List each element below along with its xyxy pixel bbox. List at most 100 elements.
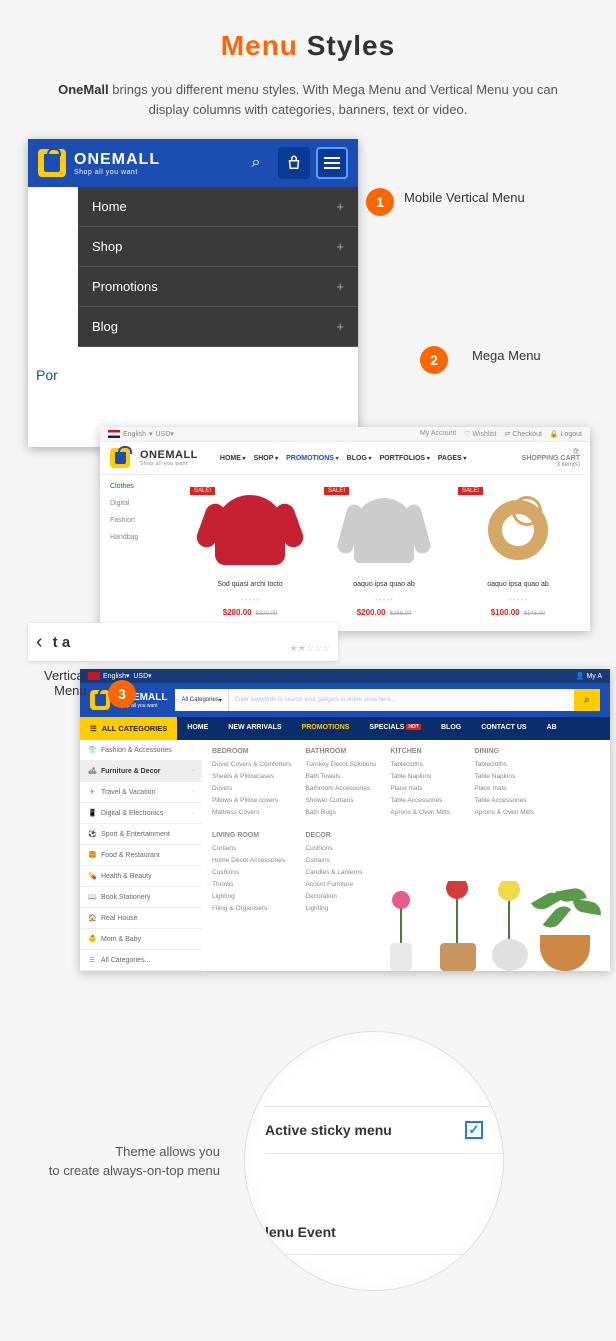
sidebar-item[interactable]: Clothes <box>110 483 168 490</box>
hot-badge: HOT <box>406 724 421 730</box>
my-account-link[interactable]: My Account <box>420 430 456 438</box>
mobile-menu-item[interactable]: Blog+ <box>78 307 358 347</box>
product-card[interactable]: SALE! oaquo ipsa quao ab • • • • • $200.… <box>322 485 446 617</box>
col-link[interactable]: Decoration <box>305 893 376 900</box>
nav-home[interactable]: HOME <box>220 455 246 462</box>
category-item[interactable]: 📖Book Stationery <box>80 887 202 908</box>
col-link[interactable]: Place mats <box>474 785 544 792</box>
col-link[interactable]: Table Napkins <box>390 773 460 780</box>
category-item[interactable]: 💊Health & Beauty <box>80 866 202 887</box>
col-link[interactable]: Tablecloths <box>474 761 544 768</box>
col-link[interactable]: Cushions <box>305 845 376 852</box>
product-card[interactable]: SALE! oaquo ipsa quao ab • • • • • $100.… <box>456 485 580 617</box>
col-link[interactable]: Home Decor Accessories <box>212 857 291 864</box>
col-link[interactable]: Mattress Covers <box>212 809 291 816</box>
col-link[interactable]: Table Napkins <box>474 773 544 780</box>
sale-badge: SALE! <box>324 487 349 495</box>
col-link[interactable]: Bathroom Accessories <box>305 785 376 792</box>
cart-summary[interactable]: 🛍 SHOPPING CART 3 item(s) <box>522 448 580 468</box>
col-link[interactable]: Curtains <box>212 845 291 852</box>
category-item[interactable]: ⚽Sport & Entertainment <box>80 824 202 845</box>
my-account-link[interactable]: 👤 My A <box>576 672 602 680</box>
flag-icon <box>88 672 100 680</box>
product-card[interactable]: SALE! Sod quasi archi tocto • • • • • $2… <box>188 485 312 617</box>
search-bar: All Categories ▾ Enter keywords to searc… <box>175 689 600 711</box>
col-link[interactable]: Duvet Covers & Comforters <box>212 761 291 768</box>
category-item-active[interactable]: 🛋Furniture & Decor› <box>80 761 202 782</box>
mobile-menu-item[interactable]: Promotions+ <box>78 267 358 307</box>
menubar-item[interactable]: AB <box>537 717 567 740</box>
cart-icon[interactable] <box>278 147 310 179</box>
hamburger-icon[interactable] <box>316 147 348 179</box>
col-link[interactable]: Place mats <box>390 785 460 792</box>
nav-portfolios[interactable]: PORTFOLIOS <box>380 455 430 462</box>
rating-dots: • • • • • <box>188 598 312 604</box>
col-link[interactable]: Turnkey Decor Solutions <box>305 761 376 768</box>
category-item[interactable]: 🍔Food & Restaurant <box>80 845 202 866</box>
col-link[interactable]: Filing & Organisers <box>212 905 291 912</box>
col-link[interactable]: Lighting <box>305 905 376 912</box>
checkbox-checked[interactable]: ✓ <box>465 1121 483 1139</box>
search-icon[interactable]: ⌕ <box>240 147 272 179</box>
col-link[interactable]: Throws <box>212 881 291 888</box>
mobile-menu-item[interactable]: Shop+ <box>78 227 358 267</box>
category-item[interactable]: 👕Fashion & Accessories› <box>80 740 202 761</box>
col-link[interactable]: Curtains <box>305 857 376 864</box>
col-link[interactable]: Aprons & Oven Mitts <box>390 809 460 816</box>
rating-dots: • • • • • <box>322 598 446 604</box>
sale-badge: SALE! <box>458 487 483 495</box>
col-link[interactable]: Bath Towels <box>305 773 376 780</box>
search-category-select[interactable]: All Categories ▾ <box>175 689 228 711</box>
vert-menubar: ALL CATEGORIES HOME NEW ARRIVALS PROMOTI… <box>80 717 610 740</box>
col-link[interactable]: Cushions <box>212 869 291 876</box>
menubar-item[interactable]: SPECIALSHOT <box>359 717 431 740</box>
search-button[interactable]: ⌕ <box>574 689 600 711</box>
col-link[interactable]: Pillows & Pillow covers <box>212 797 291 804</box>
plus-icon[interactable]: + <box>336 199 344 214</box>
sidebar-item[interactable]: Fashion <box>110 517 168 524</box>
col-link[interactable]: Sheets & Pillowcases <box>212 773 291 780</box>
category-item[interactable]: 📱Digital & Electronics› <box>80 803 202 824</box>
chevron-left-icon[interactable]: ‹ <box>36 631 43 654</box>
col-link[interactable]: Tablecloths <box>390 761 460 768</box>
category-item[interactable]: ✈Travel & Vacation› <box>80 782 202 803</box>
col-header: DECOR <box>305 832 376 839</box>
plus-icon[interactable]: + <box>336 279 344 294</box>
menubar-item[interactable]: HOME <box>177 717 218 740</box>
col-link[interactable]: Table Accessories <box>474 797 544 804</box>
menubar-item-promotions[interactable]: PROMOTIONS <box>292 717 360 740</box>
col-link[interactable]: Lighting <box>212 893 291 900</box>
search-input[interactable]: Enter keywords to search your gadgets in… <box>229 689 574 711</box>
plus-icon[interactable]: + <box>336 319 344 334</box>
logo-icon <box>110 448 130 468</box>
option-label: lenu Event <box>265 1224 336 1240</box>
plus-icon[interactable]: + <box>336 239 344 254</box>
col-link[interactable]: Accent Furniture <box>305 881 376 888</box>
col-link[interactable]: Shower Curtains <box>305 797 376 804</box>
all-categories-button[interactable]: ALL CATEGORIES <box>80 717 177 740</box>
wishlist-link[interactable]: ♡ Wishlist <box>464 430 496 438</box>
category-item[interactable]: 🏠Real House <box>80 908 202 929</box>
nav-promotions[interactable]: PROMOTIONS <box>286 455 339 462</box>
nav-shop[interactable]: SHOP <box>254 455 279 462</box>
mobile-menu-list: Home+ Shop+ Promotions+ Blog+ <box>78 187 358 347</box>
nav-pages[interactable]: PAGES <box>438 455 467 462</box>
checkout-link[interactable]: ⇄ Checkout <box>505 430 542 438</box>
col-link[interactable]: Bath Rugs <box>305 809 376 816</box>
menubar-item[interactable]: BLOG <box>431 717 471 740</box>
col-link[interactable]: Table Accessories <box>390 797 460 804</box>
nav-blog[interactable]: BLOG <box>347 455 372 462</box>
menubar-item[interactable]: CONTACT US <box>471 717 536 740</box>
sidebar-item[interactable]: Digital <box>110 500 168 507</box>
category-item[interactable]: ☰All Categories... <box>80 950 202 971</box>
category-item[interactable]: 👶Mom & Baby <box>80 929 202 950</box>
menubar-item[interactable]: NEW ARRIVALS <box>218 717 291 740</box>
sidebar-item[interactable]: Handbag <box>110 534 168 541</box>
mobile-menu-item[interactable]: Home+ <box>78 187 358 227</box>
col-header: KITCHEN <box>390 748 460 755</box>
sticky-description: Theme allows youto create always-on-top … <box>20 1142 220 1181</box>
col-link[interactable]: Candles & Lanterns <box>305 869 376 876</box>
col-link[interactable]: Aprons & Oven Mitts <box>474 809 544 816</box>
col-link[interactable]: Duvets <box>212 785 291 792</box>
logout-link[interactable]: 🔒 Logout <box>550 430 582 438</box>
